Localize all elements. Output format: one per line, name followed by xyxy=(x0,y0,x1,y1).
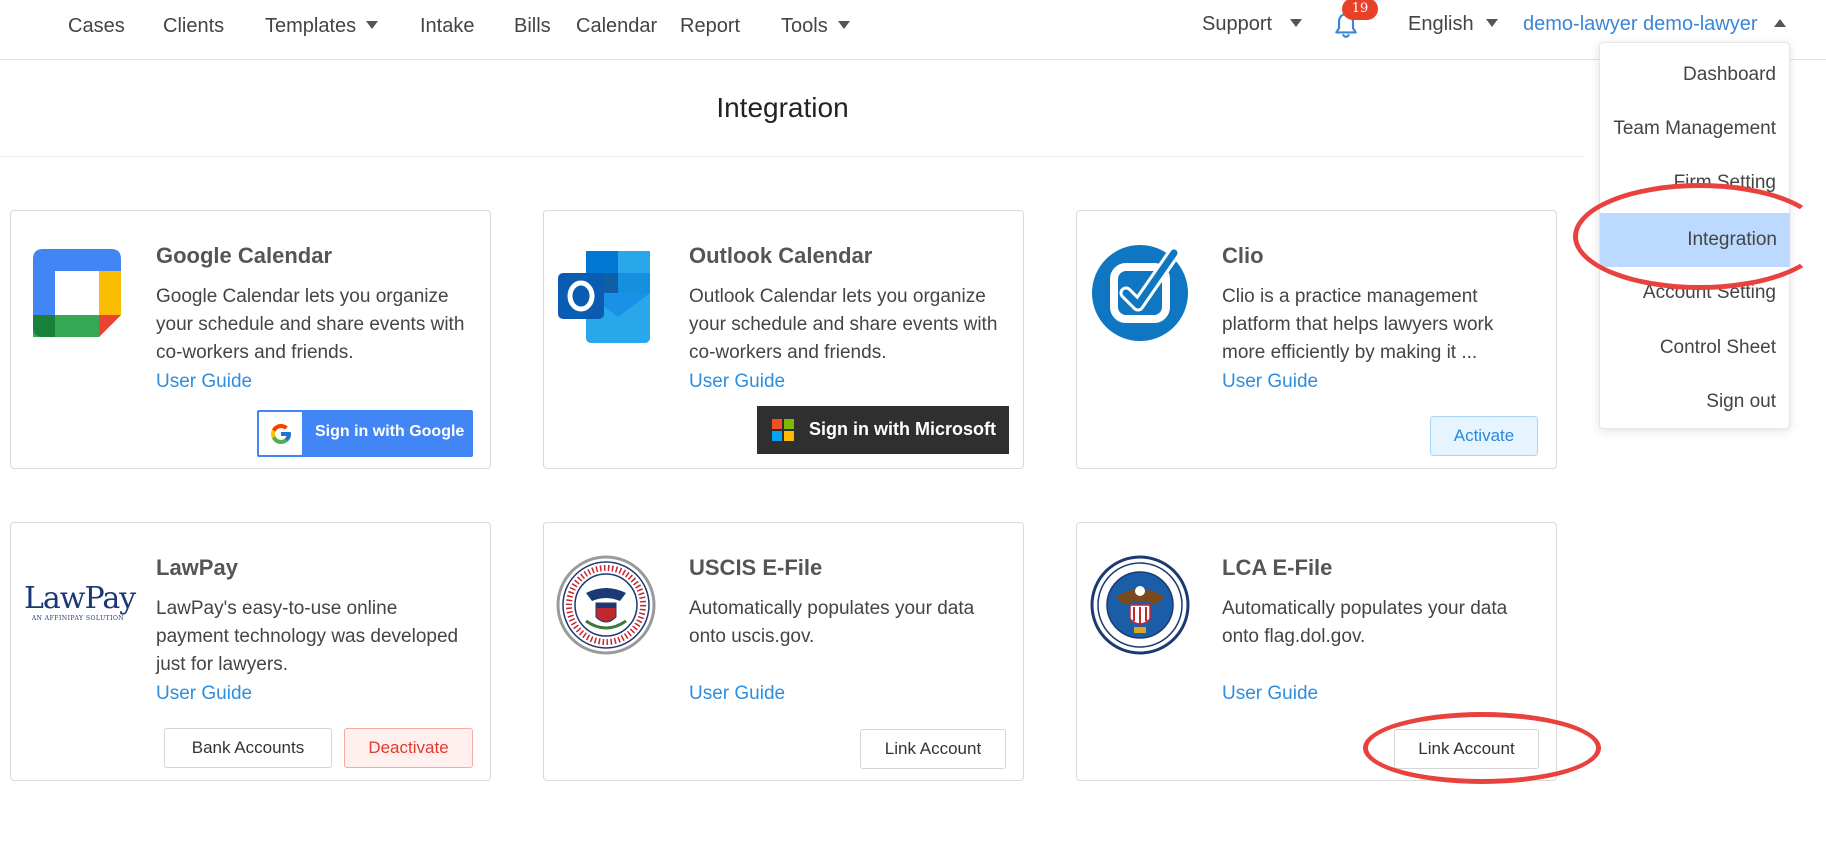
nav-item-intake[interactable]: Intake xyxy=(420,14,474,38)
link-account-button[interactable]: Link Account xyxy=(1394,729,1539,769)
nav-item-label: Tools xyxy=(781,15,828,37)
top-nav: Cases Clients Templates Intake Bills Cal… xyxy=(0,0,1826,60)
user-guide-link[interactable]: User Guide xyxy=(1222,683,1318,705)
bank-accounts-button[interactable]: Bank Accounts xyxy=(164,728,332,768)
caret-down-icon xyxy=(1485,18,1498,27)
nav-item-label: Support xyxy=(1202,13,1273,35)
title-divider xyxy=(0,156,1583,157)
nav-item-tools[interactable]: Tools xyxy=(781,14,850,38)
nav-item-label: Clients xyxy=(163,15,225,37)
integration-card-lca-efile: LCA E-File Automatically populates your … xyxy=(1076,522,1557,781)
user-name: demo-lawyer demo-lawyer xyxy=(1523,13,1758,35)
microsoft-logo-icon xyxy=(772,419,794,441)
deactivate-button[interactable]: Deactivate xyxy=(344,728,473,768)
clio-check-icon xyxy=(1092,245,1188,341)
user-guide-link[interactable]: User Guide xyxy=(689,371,785,393)
dhs-seal-icon xyxy=(556,555,656,655)
google-logo-container xyxy=(259,412,302,455)
nav-item-label: Templates xyxy=(265,15,357,37)
language-selector[interactable]: English xyxy=(1408,12,1498,36)
link-account-button[interactable]: Link Account xyxy=(860,729,1006,769)
language-label: English xyxy=(1408,13,1474,35)
integration-card-uscis-efile: USCIS E-File Automatically populates you… xyxy=(543,522,1024,781)
user-guide-link[interactable]: User Guide xyxy=(156,371,252,393)
lawpay-logo: LawPay AN AFFINIPAY SOLUTION xyxy=(24,581,136,623)
user-guide-link[interactable]: User Guide xyxy=(1222,371,1318,393)
nav-item-clients[interactable]: Clients xyxy=(163,14,224,38)
user-guide-link[interactable]: User Guide xyxy=(156,683,252,705)
card-description: LawPay's easy-to-use online payment tech… xyxy=(156,598,459,675)
outlook-icon xyxy=(558,251,650,343)
menu-item-control-sheet[interactable]: Control Sheet xyxy=(1598,321,1789,375)
lawpay-logo-text: LawPay xyxy=(24,581,136,616)
google-g-icon xyxy=(271,424,291,444)
card-description: Google Calendar lets you organize your s… xyxy=(156,286,465,363)
activate-button[interactable]: Activate xyxy=(1430,416,1538,456)
caret-down-icon xyxy=(837,20,850,29)
sign-in-with-microsoft-button[interactable]: Sign in with Microsoft xyxy=(757,406,1009,454)
nav-item-cases[interactable]: Cases xyxy=(68,14,125,38)
notification-badge: 19 xyxy=(1342,0,1378,20)
integration-card-clio: Clio Clio is a practice management platf… xyxy=(1076,210,1557,469)
nav-item-calendar[interactable]: Calendar xyxy=(576,14,657,38)
menu-item-firm-setting[interactable]: Firm Setting xyxy=(1598,156,1789,210)
nav-item-label: Report xyxy=(680,15,741,37)
integration-card-google-calendar: Google Calendar Google Calendar lets you… xyxy=(10,210,491,469)
nav-item-label: Cases xyxy=(68,15,125,37)
dol-seal-icon xyxy=(1090,555,1190,655)
nav-item-label: Intake xyxy=(420,15,475,37)
nav-item-support[interactable]: Support xyxy=(1202,12,1303,36)
menu-item-team-management[interactable]: Team Management xyxy=(1598,102,1789,156)
card-title: Outlook Calendar xyxy=(689,243,873,268)
card-title: LCA E-File xyxy=(1222,555,1333,580)
lawpay-logo-subtext: AN AFFINIPAY SOLUTION xyxy=(31,615,125,622)
nav-item-report[interactable]: Report xyxy=(680,14,740,38)
integration-card-lawpay: LawPay AN AFFINIPAY SOLUTION LawPay LawP… xyxy=(10,522,491,781)
caret-down-icon xyxy=(366,20,379,29)
menu-item-sign-out[interactable]: Sign out xyxy=(1598,375,1789,429)
user-guide-link[interactable]: User Guide xyxy=(689,683,785,705)
nav-item-templates[interactable]: Templates xyxy=(265,14,379,38)
integration-card-outlook-calendar: Outlook Calendar Outlook Calendar lets y… xyxy=(543,210,1024,469)
card-title: LawPay xyxy=(156,555,238,580)
card-description: Outlook Calendar lets you organize your … xyxy=(689,286,998,363)
nav-item-bills[interactable]: Bills xyxy=(514,14,551,38)
menu-item-account-setting[interactable]: Account Setting xyxy=(1598,266,1789,320)
card-description: Automatically populates your data onto f… xyxy=(1222,598,1508,647)
card-title: USCIS E-File xyxy=(689,555,823,580)
card-title: Clio xyxy=(1222,243,1264,268)
user-dropdown-menu: Dashboard Team Management Firm Setting I… xyxy=(1599,42,1790,429)
menu-item-integration[interactable]: Integration xyxy=(1600,213,1790,267)
caret-up-icon xyxy=(1773,18,1786,27)
microsoft-button-label: Sign in with Microsoft xyxy=(809,419,996,439)
sign-in-with-google-button[interactable]: Sign in with Google xyxy=(257,410,473,457)
google-button-label: Sign in with Google xyxy=(315,423,465,440)
card-title: Google Calendar xyxy=(156,243,333,268)
page-title: Integration xyxy=(716,92,849,123)
nav-item-label: Bills xyxy=(514,15,551,37)
nav-item-label: Calendar xyxy=(576,15,658,37)
card-description: Clio is a practice management platform t… xyxy=(1222,286,1494,363)
menu-item-dashboard[interactable]: Dashboard xyxy=(1598,48,1789,102)
caret-down-icon xyxy=(1290,18,1303,27)
card-description: Automatically populates your data onto u… xyxy=(689,598,975,647)
user-menu[interactable]: demo-lawyer demo-lawyer xyxy=(1523,12,1786,36)
google-calendar-icon xyxy=(33,249,121,337)
